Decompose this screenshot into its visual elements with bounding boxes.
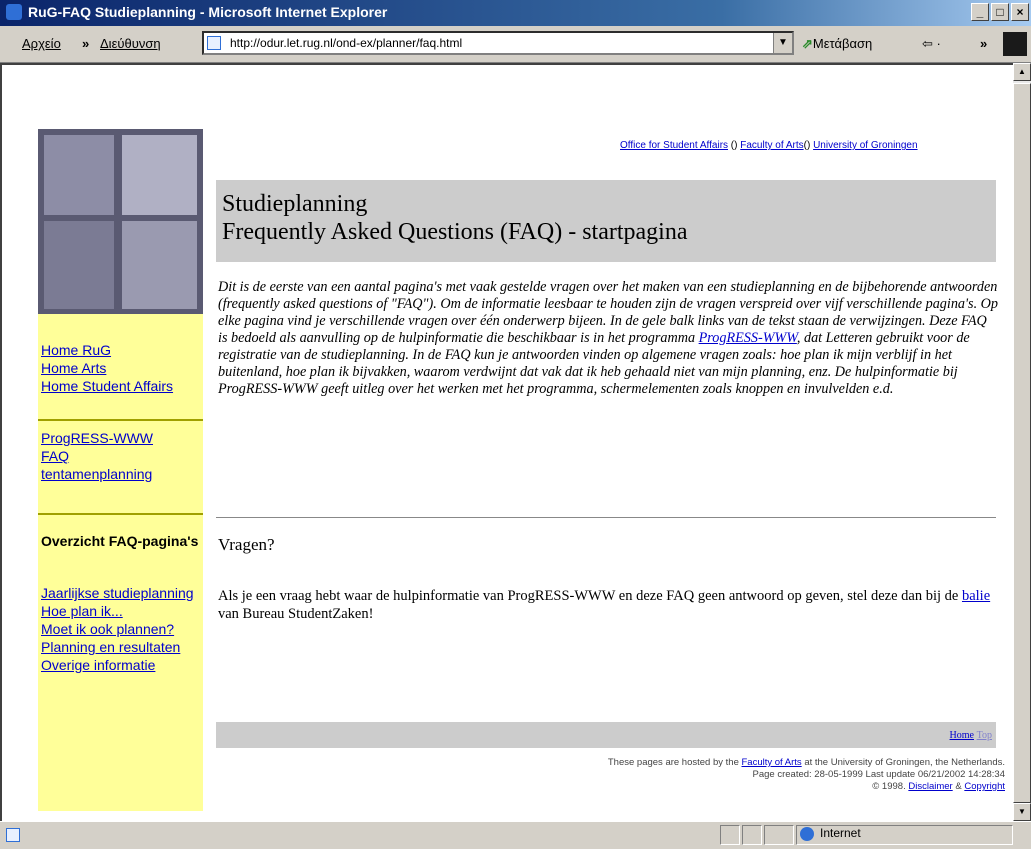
globe-icon bbox=[800, 826, 814, 841]
photo-tile bbox=[44, 221, 114, 309]
footer-text: These pages are hosted by the bbox=[607, 757, 742, 768]
link-office-student-affairs[interactable]: Office for Student Affairs bbox=[620, 140, 728, 151]
address-url[interactable]: http://odur.let.rug.nl/ond-ex/planner/fa… bbox=[230, 36, 462, 50]
link-copyright[interactable]: Copyright bbox=[964, 781, 1005, 792]
left-sidebar: Home RuG Home Arts Home Student Affairs … bbox=[38, 129, 203, 811]
link-home-rug[interactable]: Home RuG bbox=[41, 341, 201, 359]
questions-paragraph: Als je een vraag hebt waar de hulpinform… bbox=[218, 587, 998, 623]
page-status-icon bbox=[6, 828, 20, 842]
link-tentamenplanning[interactable]: tentamenplanning bbox=[41, 465, 201, 483]
photo-tile bbox=[122, 221, 197, 309]
menu-chevron-icon[interactable]: » bbox=[82, 36, 89, 51]
page-viewport: Home RuG Home Arts Home Student Affairs … bbox=[0, 63, 1013, 821]
scroll-up-icon[interactable]: ▲ bbox=[1013, 63, 1031, 81]
footer-line: © 1998. Disclaimer & Copyright bbox=[405, 781, 1005, 793]
status-cell bbox=[764, 825, 794, 845]
breadcrumb-separator: () bbox=[728, 140, 741, 151]
maximize-button[interactable]: □ bbox=[991, 3, 1009, 21]
link-faculty-of-arts[interactable]: Faculty of Arts bbox=[740, 140, 803, 151]
footer-dates: Page created: 28-05-1999 Last update 06/… bbox=[752, 769, 1005, 780]
windows-logo-icon bbox=[1003, 32, 1027, 56]
sidebar-divider bbox=[38, 513, 203, 515]
link-home-arts[interactable]: Home Arts bbox=[41, 359, 201, 377]
photo-tile bbox=[122, 135, 197, 215]
university-photo-collage bbox=[38, 129, 203, 314]
page-footer: These pages are hosted by the Faculty of… bbox=[405, 757, 1005, 793]
link-jaarlijkse-studieplanning[interactable]: Jaarlijkse studieplanning bbox=[41, 584, 201, 602]
scroll-down-icon[interactable]: ▼ bbox=[1013, 803, 1031, 821]
address-label: Διεύθυνση bbox=[100, 36, 161, 51]
go-button[interactable]: ⇗Μετάβαση bbox=[802, 36, 872, 52]
link-progress-www[interactable]: ProgRESS-WWW bbox=[41, 429, 201, 447]
minimize-button[interactable]: _ bbox=[971, 3, 989, 21]
file-menu[interactable]: Αρχείο bbox=[22, 36, 61, 51]
link-home-student-affairs[interactable]: Home Student Affairs bbox=[41, 377, 201, 395]
footer-text: & bbox=[952, 781, 965, 792]
page-title: Studieplanning bbox=[222, 191, 368, 217]
vertical-scrollbar[interactable]: ▲ ▼ bbox=[1013, 63, 1031, 821]
page-icon bbox=[207, 36, 221, 50]
scroll-thumb[interactable] bbox=[1013, 83, 1031, 803]
faq-overview-title: Overzicht FAQ-pagina's bbox=[41, 533, 199, 549]
sidebar-divider bbox=[38, 419, 203, 421]
window-controls: _ □ × bbox=[971, 3, 1029, 21]
address-toolbar: Αρχείο » Διεύθυνση http://odur.let.rug.n… bbox=[0, 26, 1031, 63]
zone-label: Internet bbox=[820, 826, 861, 840]
questions-text: van Bureau StudentZaken! bbox=[218, 606, 374, 622]
link-moet-ik-ook-plannen[interactable]: Moet ik ook plannen? bbox=[41, 620, 201, 638]
link-top[interactable]: Top bbox=[977, 730, 992, 741]
home-links: Home RuG Home Arts Home Student Affairs bbox=[41, 341, 201, 395]
link-planning-en-resultaten[interactable]: Planning en resultaten bbox=[41, 638, 201, 656]
breadcrumb-separator: () bbox=[803, 140, 814, 151]
status-cell bbox=[720, 825, 740, 845]
go-label: Μετάβαση bbox=[812, 36, 873, 51]
status-cell bbox=[742, 825, 762, 845]
window-title-bar: RuG-FAQ Studieplanning - Microsoft Inter… bbox=[0, 0, 1031, 26]
link-balie[interactable]: balie bbox=[962, 588, 990, 604]
link-progress-www-inline[interactable]: ProgRESS-WWW bbox=[699, 330, 797, 346]
address-dropdown-icon[interactable]: ▼ bbox=[773, 33, 792, 53]
breadcrumb: Office for Student Affairs () Faculty of… bbox=[620, 140, 918, 151]
photo-tile bbox=[44, 135, 114, 215]
back-button[interactable]: ⇦ · bbox=[922, 36, 941, 52]
footer-text: © 1998. bbox=[872, 781, 909, 792]
page-subtitle: Frequently Asked Questions (FAQ) - start… bbox=[222, 219, 688, 245]
footer-line: These pages are hosted by the Faculty of… bbox=[405, 757, 1005, 769]
footer-text: at the University of Groningen, the Neth… bbox=[801, 757, 1005, 768]
ie-icon bbox=[6, 4, 22, 20]
link-overige-informatie[interactable]: Overige informatie bbox=[41, 656, 201, 674]
link-disclaimer[interactable]: Disclaimer bbox=[908, 781, 952, 792]
status-bar: Internet bbox=[0, 821, 1031, 849]
security-zone: Internet bbox=[800, 826, 861, 841]
faq-page-links: Jaarlijkse studieplanning Hoe plan ik...… bbox=[41, 584, 201, 674]
bottom-nav-bar: Home Top bbox=[216, 722, 996, 748]
address-bar[interactable]: http://odur.let.rug.nl/ond-ex/planner/fa… bbox=[202, 31, 794, 55]
intro-paragraph: Dit is de eerste van een aantal pagina's… bbox=[218, 279, 998, 398]
toolbar-chevron-icon[interactable]: » bbox=[980, 36, 987, 51]
go-arrow-icon: ⇗ bbox=[802, 36, 813, 51]
tool-links: ProgRESS-WWW FAQ tentamenplanning bbox=[41, 429, 201, 483]
content-divider bbox=[216, 517, 996, 518]
link-footer-faculty[interactable]: Faculty of Arts bbox=[742, 757, 802, 768]
link-hoe-plan-ik[interactable]: Hoe plan ik... bbox=[41, 602, 201, 620]
window-title: RuG-FAQ Studieplanning - Microsoft Inter… bbox=[28, 4, 388, 20]
page-title-box: Studieplanning Frequently Asked Question… bbox=[216, 180, 996, 262]
link-faq[interactable]: FAQ bbox=[41, 447, 201, 465]
link-university-of-groningen[interactable]: University of Groningen bbox=[813, 140, 918, 151]
link-home[interactable]: Home bbox=[950, 730, 974, 741]
questions-heading: Vragen? bbox=[218, 535, 275, 554]
close-button[interactable]: × bbox=[1011, 3, 1029, 21]
questions-text: Als je een vraag hebt waar de hulpinform… bbox=[218, 588, 962, 604]
